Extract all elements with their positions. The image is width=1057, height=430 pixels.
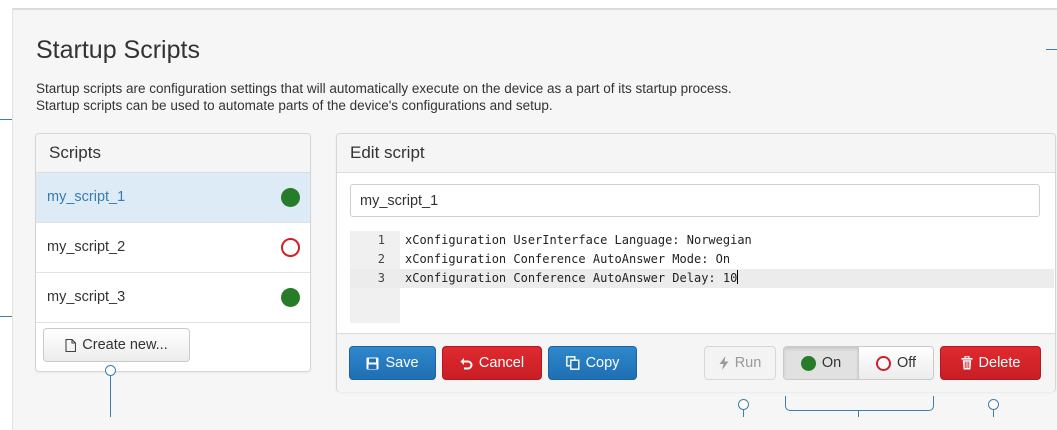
create-new-label: Create new... [82, 337, 168, 353]
script-item-my-script-1[interactable]: my_script_1 [36, 173, 310, 223]
script-item-label: my_script_2 [47, 239, 126, 255]
code-line-text: xConfiguration Conference AutoAnswer Del… [405, 271, 738, 285]
create-new-button[interactable]: Create new... [43, 328, 190, 362]
enable-toggle-group: On Off [783, 346, 934, 380]
script-name-input[interactable] [350, 184, 1040, 217]
delete-button[interactable]: Delete [940, 346, 1041, 380]
line-number: 1 [377, 233, 385, 247]
green-dot-icon [800, 355, 816, 371]
save-label: Save [385, 355, 419, 371]
toggle-off-button[interactable]: Off [859, 347, 933, 379]
scripts-panel-heading: Scripts [36, 134, 310, 173]
floppy-disk-icon [366, 357, 379, 370]
page-title: Startup Scripts [36, 36, 200, 64]
scripts-panel: Scripts my_script_1 my_script_2 my_scrip… [35, 133, 311, 372]
undo-arrow-icon [460, 357, 473, 370]
run-button[interactable]: Run [704, 346, 776, 380]
callout-bracket-toggle [785, 396, 934, 411]
trash-icon [961, 356, 973, 370]
run-label: Run [734, 355, 762, 371]
callout-line-toggle [858, 410, 859, 417]
callout-line-run [743, 409, 744, 417]
green-dot-icon [281, 288, 300, 307]
code-line-3: 3 xConfiguration Conference AutoAnswer D… [350, 269, 1054, 288]
script-item-label: my_script_1 [47, 189, 126, 205]
description-line-1: Startup scripts are configuration settin… [36, 81, 732, 96]
code-line-text-wrap: xConfiguration Conference AutoAnswer Del… [405, 269, 739, 288]
callout-line-delete [993, 409, 994, 417]
delete-label: Delete [978, 355, 1021, 371]
callout-line-create [110, 375, 111, 417]
callout-line-left-top [0, 119, 12, 120]
copy-label: Copy [585, 355, 620, 371]
code-line-text: xConfiguration Conference AutoAnswer Mod… [405, 252, 731, 266]
edit-script-heading: Edit script [337, 134, 1055, 173]
cancel-label: Cancel [478, 355, 525, 371]
green-dot-icon [281, 188, 300, 207]
line-number: 2 [377, 252, 385, 266]
red-ring-icon [281, 238, 300, 257]
callout-line-right [1046, 49, 1057, 50]
page-description: Startup scripts are configuration settin… [36, 80, 732, 114]
copy-icon [565, 356, 580, 370]
code-line-text: xConfiguration UserInterface Language: N… [405, 233, 752, 247]
save-button[interactable]: Save [349, 346, 436, 380]
code-line-1: 1 xConfiguration UserInterface Language:… [350, 231, 1054, 250]
script-item-my-script-3[interactable]: my_script_3 [36, 273, 310, 323]
text-cursor [737, 270, 739, 284]
toggle-off-label: Off [896, 355, 917, 371]
code-line-2: 2 xConfiguration Conference AutoAnswer M… [350, 250, 1054, 269]
edit-script-panel: Edit script 1 xConfiguration UserInterfa… [336, 133, 1056, 392]
copy-button[interactable]: Copy [548, 346, 637, 380]
lightning-bolt-icon [719, 356, 729, 370]
line-number: 3 [377, 271, 385, 285]
document-icon [65, 338, 77, 352]
description-line-2: Startup scripts can be used to automate … [36, 98, 553, 113]
callout-line-left-bottom [0, 316, 12, 317]
script-item-my-script-2[interactable]: my_script_2 [36, 223, 310, 273]
code-editor[interactable]: 1 xConfiguration UserInterface Language:… [350, 231, 1054, 323]
script-item-label: my_script_3 [47, 289, 126, 305]
red-ring-icon [875, 355, 891, 371]
toggle-on-button[interactable]: On [784, 347, 859, 379]
toggle-on-label: On [821, 355, 842, 371]
edit-script-toolbar: Save Cancel Copy Run On Off Delete [337, 333, 1055, 392]
cancel-button[interactable]: Cancel [442, 346, 542, 380]
